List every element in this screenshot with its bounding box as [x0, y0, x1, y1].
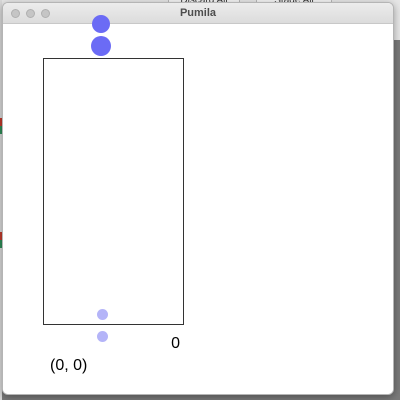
cursor-position: (0, 0)	[50, 357, 88, 374]
game-window: Pumila 0 (0, 0)	[2, 2, 394, 395]
ghost-piece-bottom	[97, 331, 108, 342]
title-bar[interactable]: Pumila	[3, 3, 393, 24]
window-title: Pumila	[179, 7, 217, 19]
game-canvas[interactable]: 0 (0, 0)	[3, 15, 393, 394]
ghost-piece-top	[97, 309, 108, 320]
falling-piece-top	[92, 15, 110, 33]
game-board	[43, 58, 184, 342]
falling-piece-bottom	[91, 36, 111, 56]
score-display: 0	[171, 335, 180, 352]
desktop: Discard All Stage All Pumila 0 (0, 0)	[0, 0, 400, 400]
